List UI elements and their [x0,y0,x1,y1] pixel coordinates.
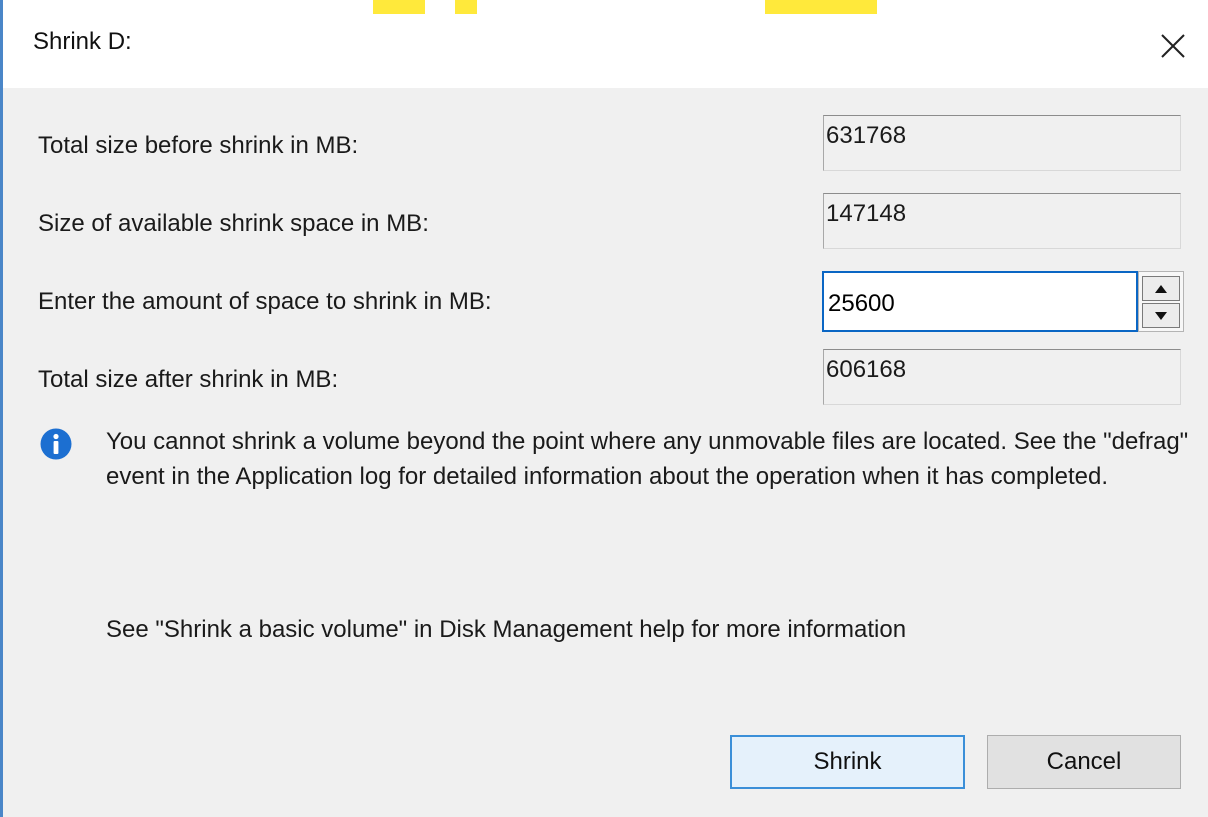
help-text: See "Shrink a basic volume" in Disk Mana… [106,616,907,643]
shrink-amount-stepper [822,271,1184,332]
info-message: You cannot shrink a volume beyond the po… [106,428,1189,490]
shrink-amount-input[interactable] [822,271,1138,332]
dialog-title: Shrink D: [33,28,132,55]
total-before-value: 631768 [823,115,1181,171]
close-icon [1161,34,1185,58]
arrow-up-icon [1155,284,1167,293]
total-before-label: Total size before shrink in MB: [38,132,359,159]
cancel-button[interactable]: Cancel [987,735,1181,789]
stepper-buttons [1138,271,1184,332]
window-border [0,0,3,817]
decrement-button[interactable] [1142,303,1180,328]
info-icon [40,428,72,460]
total-after-value: 606168 [823,349,1181,405]
available-space-label: Size of available shrink space in MB: [38,210,429,237]
close-button[interactable] [1149,24,1197,68]
decoration-strip [373,0,425,14]
available-space-value: 147148 [823,193,1181,249]
shrink-amount-label: Enter the amount of space to shrink in M… [38,288,492,315]
increment-button[interactable] [1142,276,1180,301]
shrink-button[interactable]: Shrink [730,735,965,789]
total-after-label: Total size after shrink in MB: [38,366,339,393]
decoration-strip [455,0,477,14]
decoration-strip [765,0,877,14]
title-bar: Shrink D: [3,0,1208,88]
arrow-down-icon [1155,311,1167,320]
